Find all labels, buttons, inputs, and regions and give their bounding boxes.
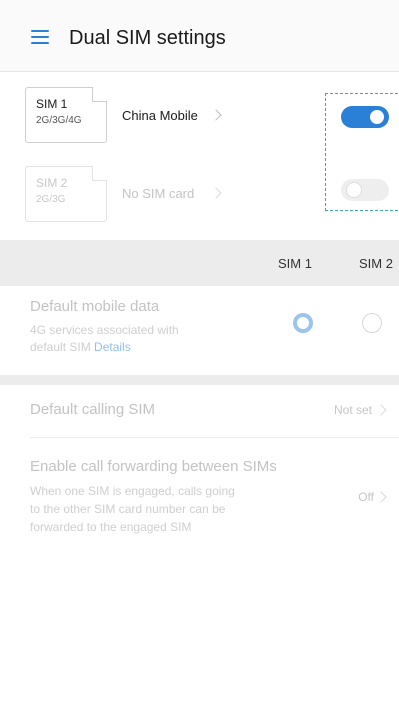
details-link[interactable]: Details [94,340,131,354]
sim2-carrier: No SIM card [122,186,195,201]
sim1-carrier[interactable]: China Mobile [122,108,198,123]
app-bar: Dual SIM settings [0,0,399,72]
call-forwarding-subtitle-line1: When one SIM is engaged, calls going [30,484,235,498]
highlight-box-toggles [325,93,399,211]
default-calling-sim-value: Not set [333,403,372,417]
default-mobile-data-row: Default mobile data 4G services associat… [0,286,399,375]
call-forwarding-subtitle-line2: to the other SIM card number can be [30,502,226,516]
sim1-name: SIM 1 [36,97,68,111]
call-forwarding-row[interactable]: Enable call forwarding between SIMs When… [0,438,399,548]
section-gap [0,375,399,385]
default-calling-sim-row[interactable]: Default calling SIM Not set [0,385,399,437]
sim2-name: SIM 2 [36,176,68,190]
sim2-chevron-right-icon [210,187,222,199]
call-forwarding-title: Enable call forwarding between SIMs [30,458,277,475]
sim2-mobile-data-radio[interactable] [362,313,382,333]
default-calling-chevron-right-icon[interactable] [375,404,387,416]
call-forwarding-value: Off [358,490,374,504]
default-mobile-data-subtitle-line1: 4G services associated with [30,323,179,337]
menu-icon[interactable] [31,30,49,44]
sim-column-header: SIM 1 SIM 2 [0,240,399,286]
default-mobile-data-subtitle-line2: default SIM Details [30,339,131,356]
column-sim2-label: SIM 2 [359,256,393,271]
default-calling-sim-title: Default calling SIM [30,401,156,418]
default-mobile-data-subtitle-text: default SIM [30,340,95,354]
page-title: Dual SIM settings [69,27,226,49]
sim1-mobile-data-radio[interactable] [293,313,313,333]
sim1-tech: 2G/3G/4G [36,115,82,126]
sim2-card-icon: SIM 2 2G/3G [25,166,107,222]
sim1-chevron-right-icon[interactable] [210,109,222,121]
sim2-tech: 2G/3G [36,194,66,205]
column-sim1-label: SIM 1 [278,256,312,271]
call-forwarding-subtitle-line3: forwarded to the engaged SIM [30,520,192,534]
default-mobile-data-title: Default mobile data [30,298,160,315]
sim1-card-icon: SIM 1 2G/3G/4G [25,87,107,143]
call-forwarding-chevron-right-icon[interactable] [375,491,387,503]
